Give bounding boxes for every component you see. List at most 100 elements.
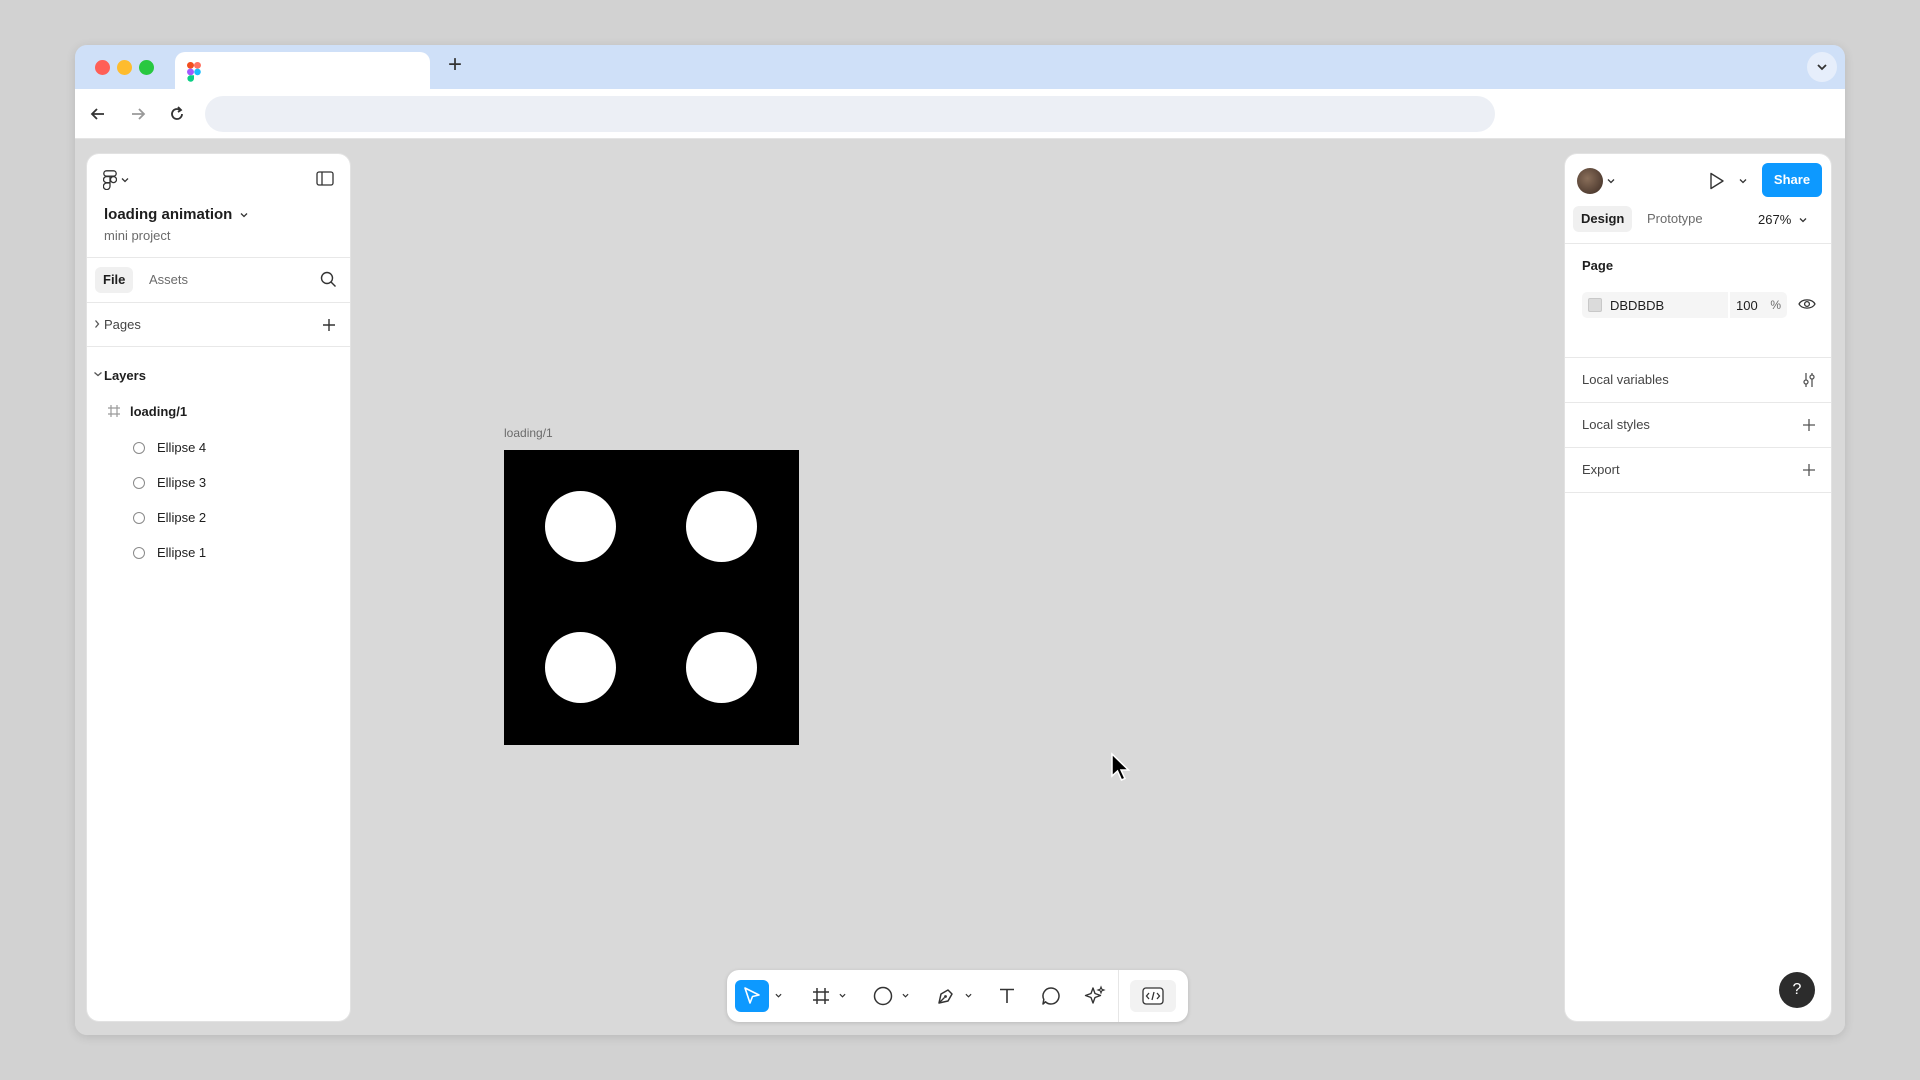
local-variables-section[interactable]: Local variables xyxy=(1565,358,1831,403)
local-styles-label: Local styles xyxy=(1582,417,1650,432)
help-button[interactable]: ? xyxy=(1779,972,1815,1008)
chevron-down-icon[interactable] xyxy=(965,992,972,999)
ellipse-icon xyxy=(133,547,145,559)
move-icon xyxy=(744,987,760,1004)
text-tool-button[interactable] xyxy=(991,980,1023,1012)
tab-design[interactable]: Design xyxy=(1573,206,1633,232)
layers-label: Layers xyxy=(104,368,146,383)
ellipse-2[interactable] xyxy=(545,632,616,703)
chevron-down-icon[interactable] xyxy=(775,992,782,999)
layer-row[interactable]: Ellipse 2 xyxy=(87,504,350,532)
present-play-icon[interactable] xyxy=(1709,172,1725,190)
add-export-icon[interactable] xyxy=(1801,462,1817,478)
layer-row[interactable]: Ellipse 4 xyxy=(87,434,350,462)
dev-mode-toggle[interactable] xyxy=(1130,980,1176,1012)
arrow-left-icon xyxy=(90,108,104,120)
canvas-frame-loading[interactable] xyxy=(504,450,799,745)
shape-tool-button[interactable] xyxy=(867,980,899,1012)
layer-name: Ellipse 3 xyxy=(157,475,207,490)
variables-settings-icon[interactable] xyxy=(1801,372,1817,388)
frame-icon xyxy=(108,405,120,417)
ellipse-4[interactable] xyxy=(545,491,616,562)
pen-tool-button[interactable] xyxy=(930,980,962,1012)
search-icon xyxy=(320,271,336,287)
bottom-toolbar xyxy=(727,970,1188,1022)
local-styles-section[interactable]: Local styles xyxy=(1565,403,1831,448)
reload-icon xyxy=(171,106,183,120)
tab-list-button[interactable] xyxy=(1807,52,1837,82)
chevron-down-icon xyxy=(1817,64,1827,71)
layer-name: Ellipse 1 xyxy=(157,545,207,560)
new-tab-button[interactable]: + xyxy=(443,53,467,77)
actions-icon xyxy=(1084,985,1106,1004)
mouse-cursor-icon xyxy=(1111,752,1131,781)
ellipse-icon xyxy=(133,512,145,524)
page-section-title: Page xyxy=(1582,258,1614,273)
project-name[interactable]: mini project xyxy=(104,228,170,243)
forward-button[interactable] xyxy=(125,101,151,127)
avatar[interactable] xyxy=(1577,168,1603,194)
file-name: loading animation xyxy=(104,206,233,223)
tab-prototype[interactable]: Prototype xyxy=(1639,206,1711,232)
browser-tab-figma[interactable] xyxy=(175,52,430,89)
ellipse-3[interactable] xyxy=(686,491,757,562)
pen-icon xyxy=(938,989,953,1004)
comment-tool-button[interactable] xyxy=(1035,980,1067,1012)
comment-icon xyxy=(1042,987,1060,1005)
frame-label[interactable]: loading/1 xyxy=(504,426,553,440)
figma-icon xyxy=(103,170,117,190)
layer-name: Ellipse 2 xyxy=(157,510,207,525)
page-background-color-field[interactable]: DBDBDB xyxy=(1582,292,1728,318)
left-sidebar: loading animation mini project File Asse… xyxy=(87,154,350,1021)
file-header: loading animation mini project xyxy=(87,154,350,258)
right-sidebar: Share Design Prototype 267% Page DBDBDB … xyxy=(1565,154,1831,1021)
pages-label: Pages xyxy=(104,317,141,332)
chevron-down-icon xyxy=(240,212,248,217)
file-title[interactable]: loading animation xyxy=(104,206,248,223)
browser-tab-bar: + xyxy=(75,45,1845,89)
opacity-field[interactable]: 100 % xyxy=(1730,292,1787,318)
layer-frame-row[interactable]: loading/1 xyxy=(87,398,350,426)
actions-tool-button[interactable] xyxy=(1079,980,1111,1012)
frame-icon xyxy=(813,988,829,1004)
export-section[interactable]: Export xyxy=(1565,448,1831,493)
eye-icon[interactable] xyxy=(1798,297,1816,311)
close-window-button[interactable] xyxy=(95,60,110,75)
main-menu-button[interactable] xyxy=(103,170,129,190)
chevron-down-icon[interactable] xyxy=(902,992,909,999)
zoom-dropdown[interactable]: 267% xyxy=(1758,212,1807,227)
tab-assets[interactable]: Assets xyxy=(141,267,196,293)
opacity-value: 100 xyxy=(1736,298,1758,313)
color-swatch[interactable] xyxy=(1588,298,1602,312)
share-button[interactable]: Share xyxy=(1762,163,1822,197)
toggle-sidebar-button[interactable] xyxy=(316,171,334,191)
chevron-down-icon[interactable] xyxy=(839,992,846,999)
add-page-icon[interactable] xyxy=(321,317,337,333)
ellipse-icon xyxy=(133,442,145,454)
chevron-down-icon xyxy=(94,372,102,377)
figma-logo-icon xyxy=(187,62,201,82)
arrow-right-icon xyxy=(132,108,146,120)
chevron-down-icon[interactable] xyxy=(1607,177,1615,185)
search-layers-button[interactable] xyxy=(320,271,337,293)
ellipse-icon xyxy=(873,986,893,1006)
chevron-down-icon[interactable] xyxy=(1739,177,1747,185)
layers-section-header[interactable]: Layers xyxy=(87,360,350,392)
layer-name: Ellipse 4 xyxy=(157,440,207,455)
maximize-window-button[interactable] xyxy=(139,60,154,75)
frame-tool-button[interactable] xyxy=(805,980,837,1012)
layer-row[interactable]: Ellipse 1 xyxy=(87,539,350,567)
layer-row[interactable]: Ellipse 3 xyxy=(87,469,350,497)
local-variables-label: Local variables xyxy=(1582,372,1669,387)
opacity-unit: % xyxy=(1770,298,1781,312)
address-bar[interactable] xyxy=(205,96,1495,132)
move-tool-button[interactable] xyxy=(735,980,769,1012)
tab-file[interactable]: File xyxy=(95,267,134,293)
reload-button[interactable] xyxy=(164,101,190,127)
add-style-icon[interactable] xyxy=(1801,417,1817,433)
back-button[interactable] xyxy=(85,101,111,127)
pages-section[interactable]: Pages xyxy=(87,303,350,347)
text-icon xyxy=(1000,988,1014,1003)
ellipse-1[interactable] xyxy=(686,632,757,703)
minimize-window-button[interactable] xyxy=(117,60,132,75)
